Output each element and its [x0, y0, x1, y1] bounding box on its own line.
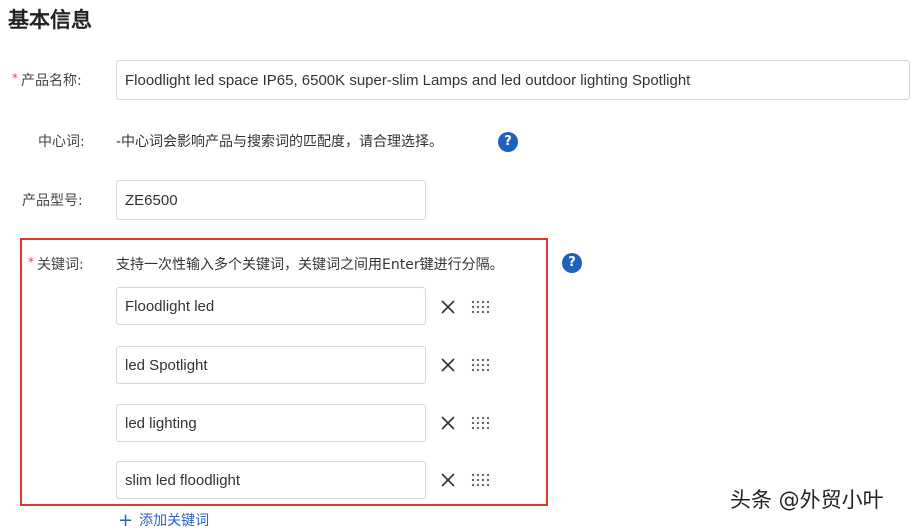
drag-handle-icon[interactable]	[470, 472, 490, 488]
keyword-input[interactable]	[116, 287, 426, 325]
add-keyword-label: 添加关键词	[139, 513, 210, 529]
drag-handle-icon[interactable]	[470, 415, 490, 431]
keyword-input[interactable]	[116, 404, 426, 442]
keywords-label: * 关键词:	[28, 254, 84, 274]
model-label: 产品型号:	[22, 193, 83, 209]
drag-handle-icon[interactable]	[470, 299, 490, 315]
product-name-label-text: 产品名称:	[21, 73, 82, 89]
section-title: 基本信息	[8, 8, 92, 32]
product-name-input[interactable]	[116, 60, 910, 100]
close-icon[interactable]	[440, 299, 456, 315]
center-word-hint: -中心词会影响产品与搜索词的匹配度，请合理选择。	[116, 134, 444, 150]
keywords-label-text: 关键词:	[37, 257, 84, 273]
close-icon[interactable]	[440, 415, 456, 431]
keywords-hint: 支持一次性输入多个关键词，关键词之间用Enter键进行分隔。	[116, 257, 504, 273]
model-input[interactable]	[116, 180, 426, 220]
help-icon[interactable]: ?	[562, 253, 582, 273]
add-keyword-link[interactable]: + 添加关键词	[118, 509, 210, 531]
close-icon[interactable]	[440, 472, 456, 488]
close-icon[interactable]	[440, 357, 456, 373]
keyword-input[interactable]	[116, 461, 426, 499]
drag-handle-icon[interactable]	[470, 357, 490, 373]
product-name-label: * 产品名称:	[12, 70, 82, 90]
plus-icon: +	[118, 510, 134, 531]
center-word-label: 中心词:	[38, 134, 85, 150]
required-asterisk: *	[12, 71, 18, 85]
watermark: 头条 @外贸小叶	[730, 488, 884, 512]
required-asterisk: *	[28, 255, 34, 269]
help-icon[interactable]: ?	[498, 132, 518, 152]
keyword-input[interactable]	[116, 346, 426, 384]
